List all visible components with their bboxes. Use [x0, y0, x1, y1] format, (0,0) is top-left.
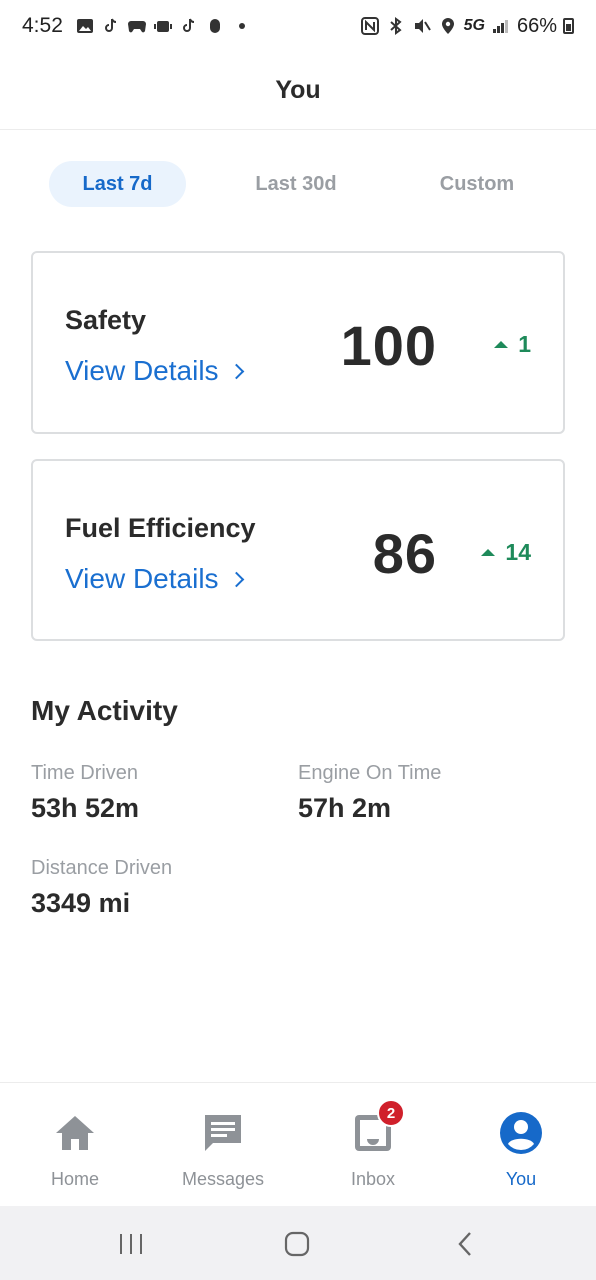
time-driven-stat: Time Driven 53h 52m	[31, 762, 139, 824]
safety-delta-value: 1	[518, 331, 531, 357]
view-details-label: View Details	[65, 355, 219, 386]
signal-icon	[491, 16, 511, 36]
fuel-delta-value: 14	[505, 539, 531, 565]
safety-score: 100	[340, 314, 437, 377]
system-home-button[interactable]	[277, 1224, 317, 1264]
inbox-icon: 2	[351, 1099, 405, 1155]
view-details-label: View Details	[65, 563, 219, 594]
status-right: 5G 66%	[360, 15, 574, 38]
back-button[interactable]	[445, 1224, 485, 1264]
account-circle-icon	[499, 1111, 543, 1155]
message-icon	[201, 1111, 245, 1155]
fuel-efficiency-title: Fuel Efficiency	[65, 513, 256, 543]
safety-card[interactable]: Safety View Details 100 1	[31, 251, 565, 434]
fuel-efficiency-card[interactable]: Fuel Efficiency View Details 86 14	[31, 459, 565, 641]
more-notifications-dot	[238, 23, 245, 29]
mute-icon	[412, 16, 432, 36]
system-nav-bar	[0, 1206, 596, 1280]
nav-home[interactable]: Home	[5, 1083, 145, 1207]
my-activity-heading: My Activity	[31, 695, 178, 726]
safety-score-change: 1	[494, 331, 531, 358]
nav-inbox-label: Inbox	[350, 1169, 396, 1189]
page-title: You	[275, 76, 321, 104]
nav-home-label: Home	[50, 1169, 99, 1189]
distance-driven-label: Distance Driven	[31, 857, 173, 879]
game-controller-icon	[127, 16, 147, 36]
battery-icon	[563, 18, 574, 34]
inbox-badge: 2	[377, 1099, 405, 1127]
nav-messages-label: Messages	[181, 1169, 265, 1189]
tiktok-icon	[101, 16, 121, 36]
chevron-right-icon	[228, 571, 244, 587]
status-time: 4:52	[22, 14, 63, 37]
range-tabs: Last 7d Last 30d Custom	[0, 161, 596, 207]
tab-custom[interactable]: Custom	[407, 161, 547, 207]
distance-driven-stat: Distance Driven 3349 mi	[31, 857, 172, 919]
engine-on-time-stat: Engine On Time 57h 2m	[298, 762, 441, 824]
safety-view-details-link[interactable]: View Details	[65, 355, 244, 387]
recent-apps-button[interactable]	[111, 1224, 151, 1264]
tab-last-7d[interactable]: Last 7d	[49, 161, 186, 207]
time-driven-value: 53h 52m	[31, 793, 140, 823]
safety-title: Safety	[65, 305, 147, 335]
nfc-icon	[360, 16, 380, 36]
up-arrow-icon	[494, 341, 509, 348]
nav-you-label: You	[505, 1169, 537, 1189]
fuel-score-change: 14	[481, 539, 531, 566]
engine-on-time-value: 57h 2m	[298, 793, 392, 823]
back-chevron-icon	[458, 1232, 471, 1256]
app-header: You	[0, 52, 596, 130]
network-type: 5G	[463, 17, 485, 34]
home-icon	[53, 1111, 97, 1155]
bluetooth-icon	[386, 16, 406, 36]
fuel-view-details-link[interactable]: View Details	[65, 563, 244, 595]
status-bar: 4:52 5G 66%	[0, 0, 596, 52]
nav-you[interactable]: You	[451, 1083, 591, 1207]
home-outline-icon	[284, 1231, 310, 1257]
status-left: 4:52	[22, 14, 245, 38]
nav-messages[interactable]: Messages	[153, 1083, 293, 1207]
distance-driven-value: 3349 mi	[31, 888, 131, 918]
gallery-icon	[75, 16, 95, 36]
bottom-nav: Home Messages 2 Inbox You	[0, 1082, 596, 1206]
location-icon	[438, 16, 458, 36]
battery-percent: 66%	[516, 14, 557, 37]
nav-inbox[interactable]: 2 Inbox	[303, 1083, 443, 1207]
robot-icon	[153, 16, 173, 36]
engine-on-time-label: Engine On Time	[298, 762, 442, 784]
chevron-right-icon	[228, 363, 244, 379]
fuel-efficiency-score: 86	[372, 522, 437, 585]
up-arrow-icon	[481, 549, 496, 556]
tiktok-icon	[179, 16, 199, 36]
mouse-icon	[205, 16, 225, 36]
recent-apps-icon	[120, 1234, 142, 1254]
tab-last-30d[interactable]: Last 30d	[226, 161, 366, 207]
time-driven-label: Time Driven	[31, 762, 139, 784]
